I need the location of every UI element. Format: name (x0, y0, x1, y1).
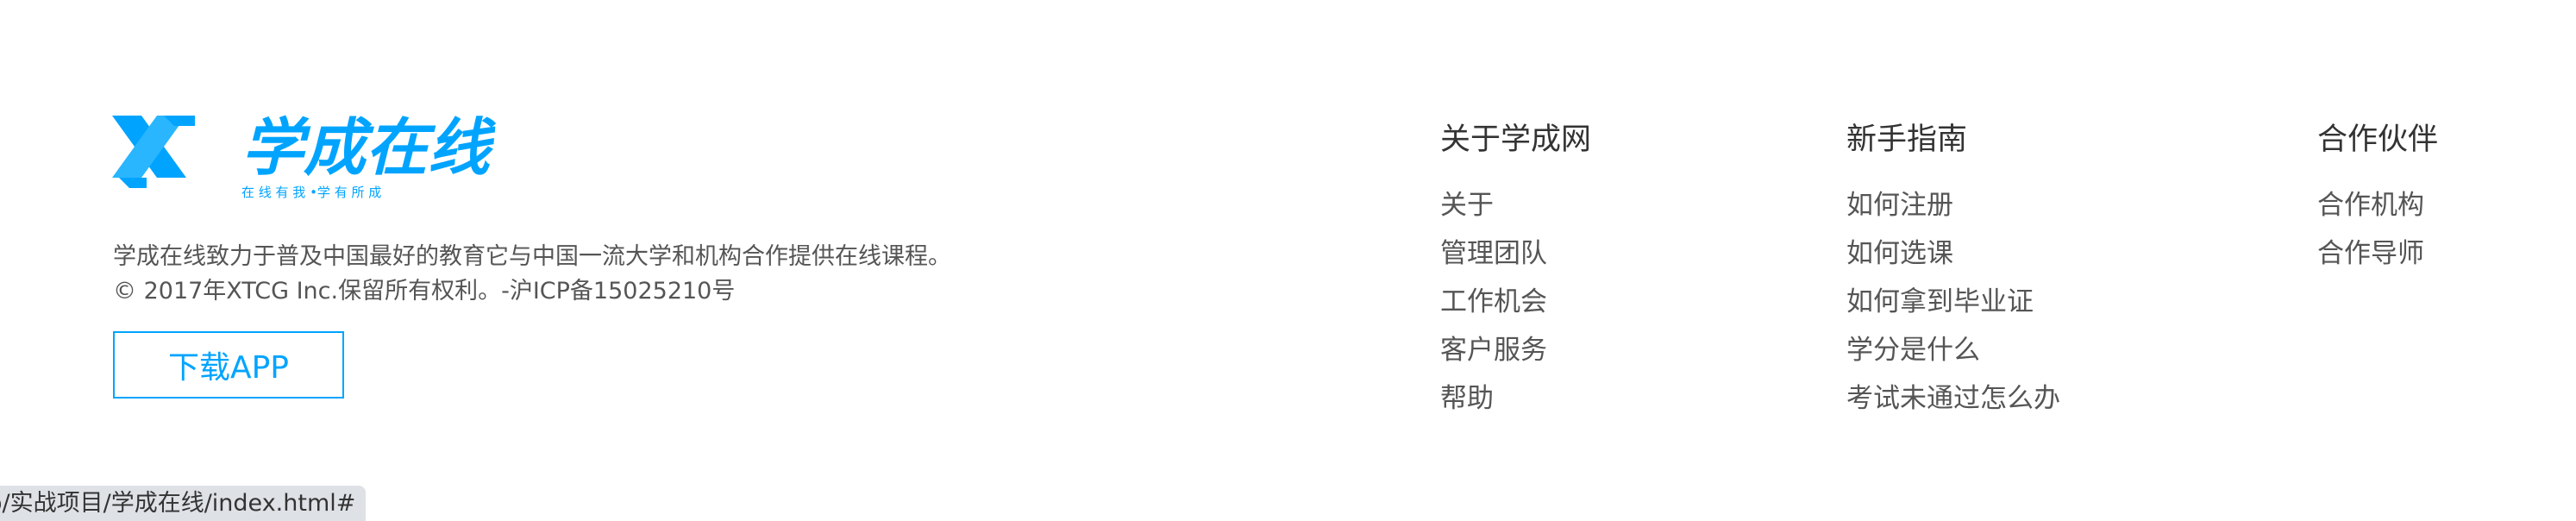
footer-link[interactable]: 帮助 (1440, 374, 1591, 423)
link-list: 关于 管理团队 工作机会 客户服务 帮助 (1440, 181, 1591, 423)
footer-column-guide: 新手指南 如何注册 如何选课 如何拿到毕业证 学分是什么 考试未通过怎么办 (1846, 121, 2060, 423)
copyright-line: © 2017年XTCG Inc.保留所有权利。-沪ICP备15025210号 (113, 278, 736, 304)
footer-link[interactable]: 合作机构 (2317, 181, 2438, 229)
column-title: 新手指南 (1846, 122, 1968, 157)
footer-column-partners: 合作伙伴 合作机构 合作导师 (2317, 121, 2438, 278)
column-title: 关于学成网 (1440, 122, 1592, 157)
logo-slogan: 在 线 有 我 •学 有 所 成 (241, 185, 381, 200)
footer-link[interactable]: 管理团队 (1440, 229, 1591, 278)
footer-link[interactable]: 合作导师 (2317, 229, 2438, 278)
site-description: 学成在线致力于普及中国最好的教育它与中国一流大学和机构合作提供在线课程。 © 2… (113, 240, 951, 309)
logo-brand-text: 学成在线 (241, 111, 496, 184)
footer-link[interactable]: 客户服务 (1440, 326, 1591, 374)
footer-link[interactable]: 考试未通过怎么办 (1846, 374, 2060, 423)
description-line: 学成在线致力于普及中国最好的教育它与中国一流大学和机构合作提供在线课程。 (113, 243, 951, 270)
status-bar-url: o/实战项目/学成在线/index.html# (0, 486, 366, 521)
footer-link[interactable]: 如何注册 (1846, 181, 2060, 229)
column-title: 合作伙伴 (2317, 122, 2439, 157)
link-list: 合作机构 合作导师 (2317, 181, 2438, 278)
footer-column-about: 关于学成网 关于 管理团队 工作机会 客户服务 帮助 (1440, 121, 1591, 423)
footer-link[interactable]: 关于 (1440, 181, 1591, 229)
footer-link[interactable]: 如何选课 (1846, 229, 2060, 278)
download-app-button[interactable]: 下载APP (113, 331, 344, 399)
footer-link[interactable]: 工作机会 (1440, 278, 1591, 326)
logo-graphic: 学成在线 在 线 有 我 •学 有 所 成 (112, 111, 496, 200)
brand-logo[interactable]: 学成在线 在 线 有 我 •学 有 所 成 (112, 109, 496, 202)
footer-link[interactable]: 学分是什么 (1846, 326, 2060, 374)
footer-link[interactable]: 如何拿到毕业证 (1846, 278, 2060, 326)
link-list: 如何注册 如何选课 如何拿到毕业证 学分是什么 考试未通过怎么办 (1846, 181, 2060, 423)
